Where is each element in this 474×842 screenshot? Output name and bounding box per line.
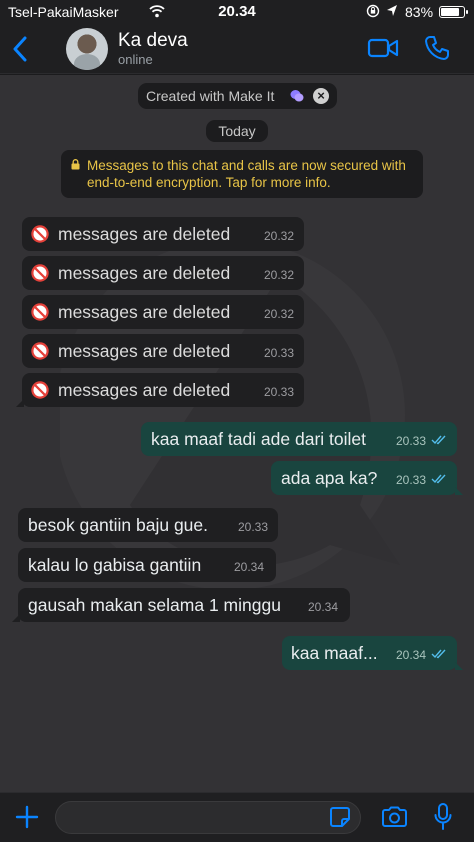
prohibited-icon — [31, 303, 49, 321]
message-text: messages are deleted — [58, 341, 231, 361]
message-incoming[interactable]: kalau lo gabisa gantiin 20.34 — [18, 548, 276, 582]
message-time: 20.33 — [264, 385, 295, 399]
message-incoming[interactable]: gausah makan selama 1 minggu 20.34 — [12, 588, 350, 622]
contact-avatar[interactable] — [66, 28, 108, 70]
read-ticks-icon — [431, 649, 446, 659]
message-input[interactable] — [66, 802, 316, 833]
chat-header: Ka deva online — [0, 24, 474, 74]
message-time: 20.34 — [308, 600, 339, 614]
message-time: 20.32 — [264, 229, 295, 243]
message-text: besok gantiin baju gue. — [28, 515, 208, 535]
message-text: gausah makan selama 1 minggu — [28, 595, 281, 615]
message-text: ada apa ka? — [281, 468, 378, 488]
status-bar: Tsel-PakaiMasker 20.34 83% — [0, 0, 474, 24]
message-deleted[interactable]: messages are deleted 20.32 — [22, 295, 304, 329]
message-time: 20.34 — [234, 560, 265, 574]
prohibited-icon — [31, 225, 49, 243]
message-text: kalau lo gabisa gantiin — [28, 555, 202, 575]
lock-icon — [71, 159, 80, 170]
chat-area[interactable]: Created with Make It × Today Messages to… — [0, 75, 474, 792]
chat-bubbles-icon — [290, 90, 304, 102]
message-outgoing[interactable]: kaa maaf... 20.34 — [282, 636, 463, 670]
made-with-banner: Created with Make It × — [138, 83, 337, 109]
encryption-notice-text: Messages to this chat and calls are now … — [87, 158, 406, 190]
microphone-icon[interactable] — [434, 803, 452, 831]
prohibited-icon — [31, 342, 49, 360]
message-outgoing[interactable]: kaa maaf tadi ade dari toilet 20.33 — [141, 422, 457, 456]
message-outgoing[interactable]: ada apa ka? 20.33 — [271, 461, 463, 495]
read-ticks-icon — [431, 474, 446, 484]
sticker-icon[interactable] — [329, 806, 351, 828]
prohibited-icon — [31, 381, 49, 399]
read-ticks-icon — [431, 435, 446, 445]
message-text: messages are deleted — [58, 380, 231, 400]
battery-icon — [439, 6, 468, 18]
video-call-icon[interactable] — [367, 36, 399, 60]
message-time: 20.33 — [396, 473, 427, 487]
plus-icon[interactable] — [15, 805, 39, 829]
message-deleted[interactable]: messages are deleted 20.33 — [16, 373, 304, 407]
message-text: messages are deleted — [58, 263, 231, 283]
message-time: 20.33 — [264, 346, 295, 360]
clock: 20.34 — [218, 3, 256, 20]
location-icon — [387, 5, 397, 16]
made-with-label: Created with Make It — [146, 88, 275, 104]
message-deleted[interactable]: messages are deleted 20.32 — [22, 256, 304, 290]
close-icon[interactable]: × — [313, 88, 329, 104]
message-time: 20.33 — [238, 520, 269, 534]
message-text: messages are deleted — [58, 302, 231, 322]
message-deleted[interactable]: messages are deleted 20.33 — [22, 334, 304, 368]
contact-name[interactable]: Ka deva — [118, 30, 188, 52]
message-deleted[interactable]: messages are deleted 20.32 — [22, 217, 304, 251]
message-incoming[interactable]: besok gantiin baju gue. 20.33 — [18, 508, 278, 542]
encryption-notice[interactable]: Messages to this chat and calls are now … — [61, 150, 423, 198]
prohibited-icon — [31, 264, 49, 282]
rotation-lock-icon — [366, 4, 380, 18]
message-input-field[interactable] — [55, 801, 361, 834]
message-text: kaa maaf... — [291, 643, 378, 663]
message-time: 20.32 — [264, 268, 295, 282]
back-chevron-icon[interactable] — [12, 36, 28, 62]
camera-icon[interactable] — [381, 806, 408, 828]
phone-call-icon[interactable] — [424, 35, 450, 61]
composer-bar — [0, 792, 474, 842]
battery-percent: 83% — [405, 4, 434, 20]
message-time: 20.34 — [396, 648, 427, 662]
date-divider: Today — [206, 120, 268, 142]
contact-status: online — [118, 52, 153, 67]
message-time: 20.32 — [264, 307, 295, 321]
message-text: messages are deleted — [58, 224, 231, 244]
message-time: 20.33 — [396, 434, 427, 448]
message-text: kaa maaf tadi ade dari toilet — [151, 429, 366, 449]
